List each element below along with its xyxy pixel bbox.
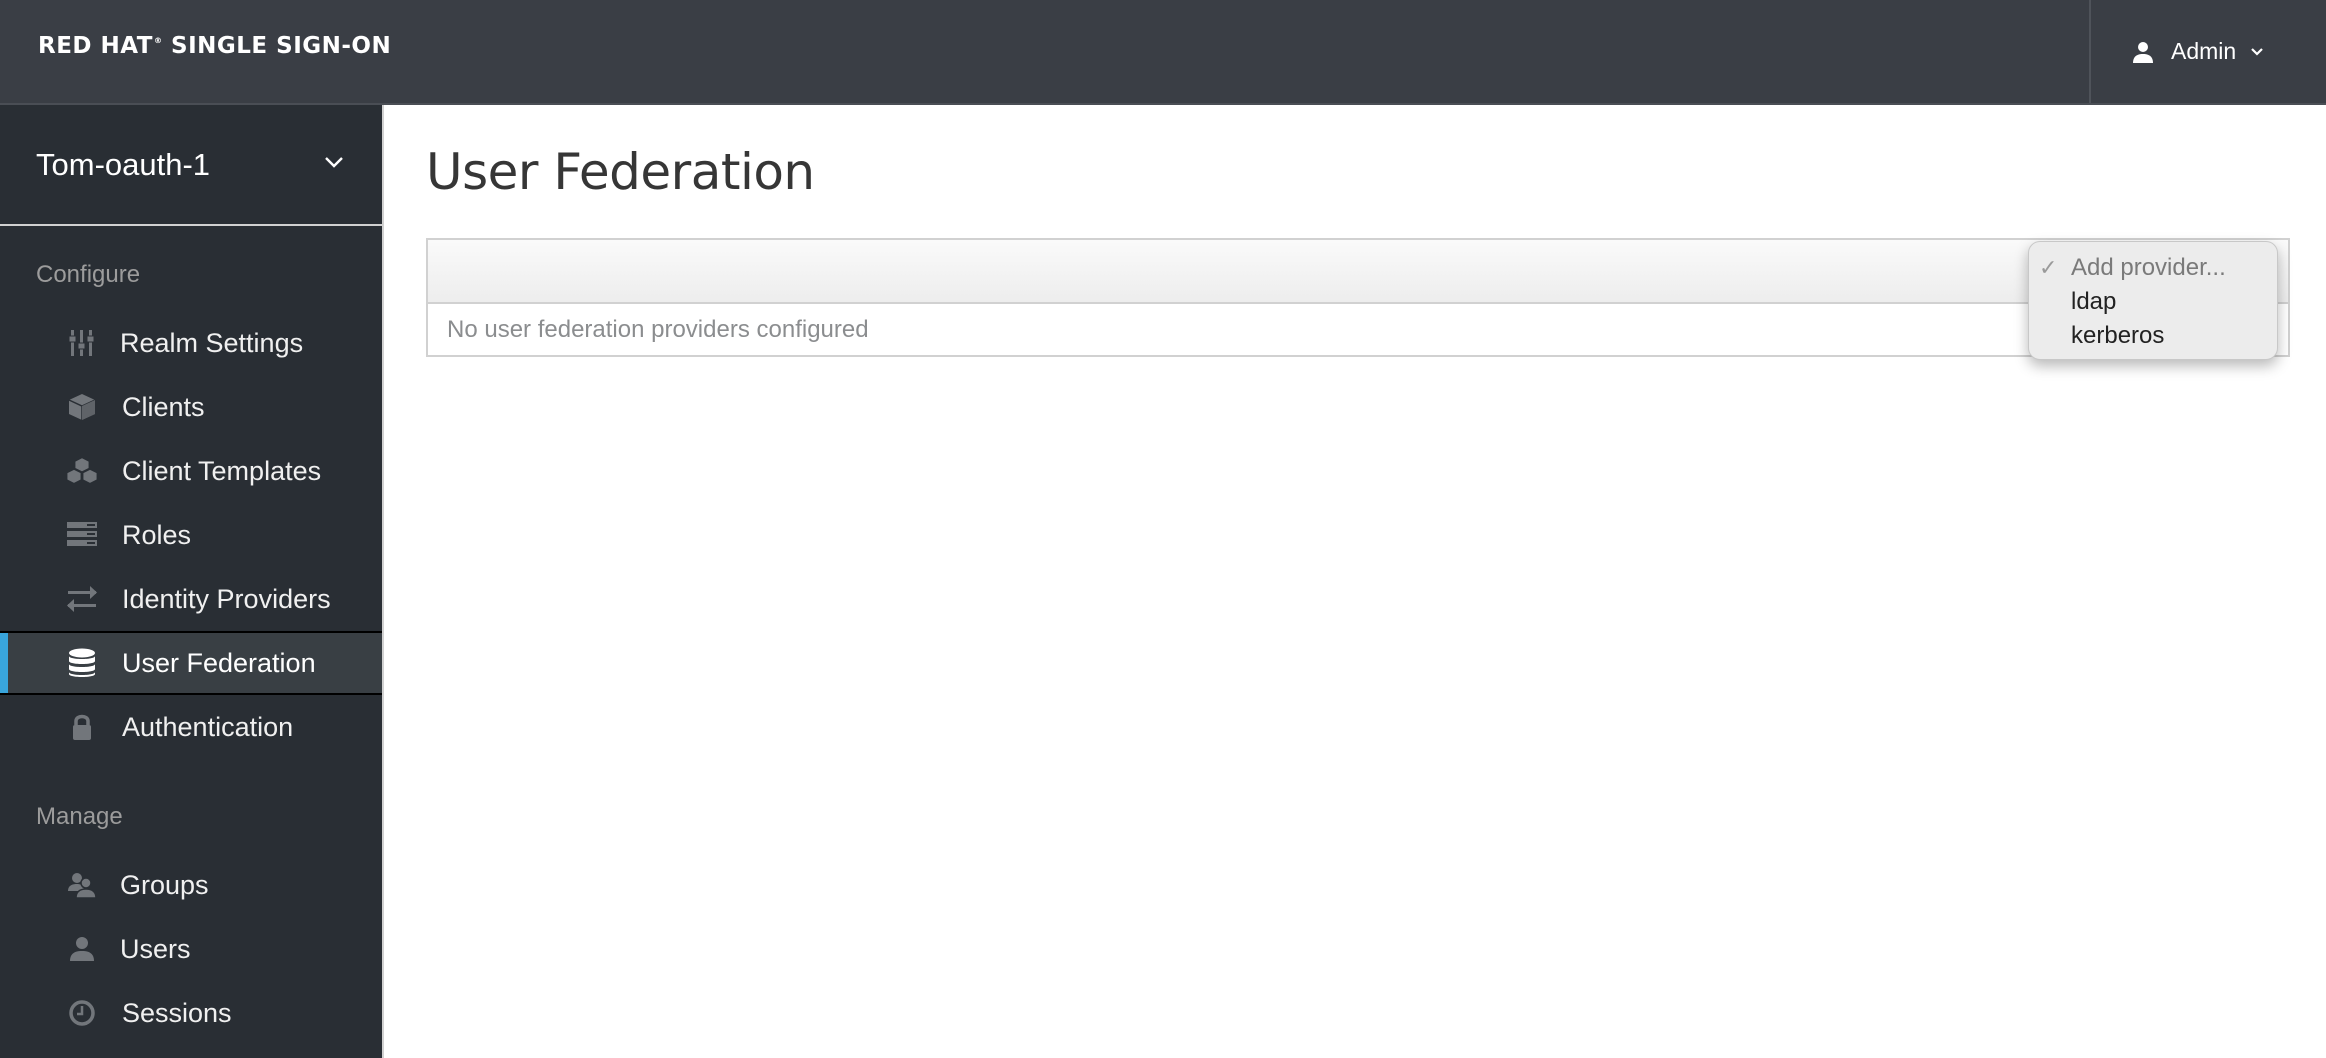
brand-logo: RED HAT® SINGLE SIGN-ON bbox=[38, 33, 391, 59]
lock-icon bbox=[66, 711, 98, 743]
sidebar-item-realm-settings[interactable]: Realm Settings bbox=[0, 312, 382, 374]
add-provider-select-menu[interactable]: ✓ Add provider... ldap kerberos bbox=[2028, 241, 2278, 360]
sidebar: Tom-oauth-1 Configure Realm Settings Cli… bbox=[0, 105, 384, 1058]
brand-company: RED HAT bbox=[38, 33, 153, 59]
sidebar-item-label: Realm Settings bbox=[120, 327, 304, 358]
page-title: User Federation bbox=[426, 143, 815, 201]
empty-message: No user federation providers configured bbox=[447, 315, 869, 343]
sidebar-item-client-templates[interactable]: Client Templates bbox=[0, 440, 382, 502]
option-label: Add provider... bbox=[2071, 254, 2226, 281]
brand-product: SINGLE SIGN-ON bbox=[171, 33, 392, 59]
sidebar-item-label: Client Templates bbox=[122, 455, 322, 486]
sidebar-item-label: User Federation bbox=[122, 647, 316, 678]
table-empty-row: No user federation providers configured bbox=[428, 304, 2288, 355]
option-label: kerberos bbox=[2071, 322, 2165, 349]
cube-icon bbox=[66, 391, 98, 423]
exchange-icon bbox=[66, 583, 98, 615]
sidebar-item-label: Groups bbox=[120, 869, 209, 900]
sidebar-item-label: Authentication bbox=[122, 711, 294, 742]
sidebar-item-groups[interactable]: Groups bbox=[0, 854, 382, 916]
realm-name: Tom-oauth-1 bbox=[36, 146, 211, 182]
add-provider-option-kerberos[interactable]: kerberos bbox=[2029, 319, 2277, 353]
option-label: ldap bbox=[2071, 288, 2117, 315]
user-icon bbox=[66, 933, 98, 965]
checkmark-icon: ✓ bbox=[2039, 255, 2058, 280]
add-provider-option-ldap[interactable]: ldap bbox=[2029, 285, 2277, 319]
add-provider-option-placeholder[interactable]: ✓ Add provider... bbox=[2029, 251, 2277, 285]
sidebar-item-label: Identity Providers bbox=[122, 583, 331, 614]
chevron-down-icon bbox=[2251, 47, 2263, 56]
sidebar-item-identity-providers[interactable]: Identity Providers bbox=[0, 568, 382, 630]
sidebar-item-sessions[interactable]: Sessions bbox=[0, 982, 382, 1044]
sliders-icon bbox=[66, 327, 98, 359]
user-menu-dropdown[interactable]: Admin bbox=[2089, 0, 2326, 103]
list-icon bbox=[66, 519, 98, 551]
federation-providers-table: No user federation providers configured bbox=[426, 238, 2290, 357]
section-configure: Configure bbox=[36, 261, 141, 288]
users-icon bbox=[66, 869, 98, 901]
database-icon bbox=[66, 647, 98, 679]
clock-icon bbox=[66, 997, 98, 1029]
cubes-icon bbox=[66, 455, 98, 487]
sidebar-item-label: Users bbox=[120, 933, 191, 964]
sidebar-item-authentication[interactable]: Authentication bbox=[0, 696, 382, 758]
sidebar-item-label: Sessions bbox=[122, 997, 232, 1028]
sidebar-item-roles[interactable]: Roles bbox=[0, 504, 382, 566]
table-header bbox=[428, 240, 2288, 304]
section-manage: Manage bbox=[36, 803, 123, 830]
user-icon bbox=[2133, 41, 2153, 63]
sidebar-item-users[interactable]: Users bbox=[0, 918, 382, 980]
top-navbar: RED HAT® SINGLE SIGN-ON Admin bbox=[0, 0, 2326, 105]
sidebar-item-clients[interactable]: Clients bbox=[0, 376, 382, 438]
user-name: Admin bbox=[2171, 38, 2237, 64]
realm-selector[interactable]: Tom-oauth-1 bbox=[0, 105, 382, 226]
sidebar-item-user-federation[interactable]: User Federation bbox=[0, 631, 382, 695]
sidebar-item-label: Roles bbox=[122, 519, 192, 550]
sidebar-item-label: Clients bbox=[122, 391, 205, 422]
brand-trademark: ® bbox=[153, 36, 163, 45]
chevron-down-icon bbox=[325, 157, 343, 168]
